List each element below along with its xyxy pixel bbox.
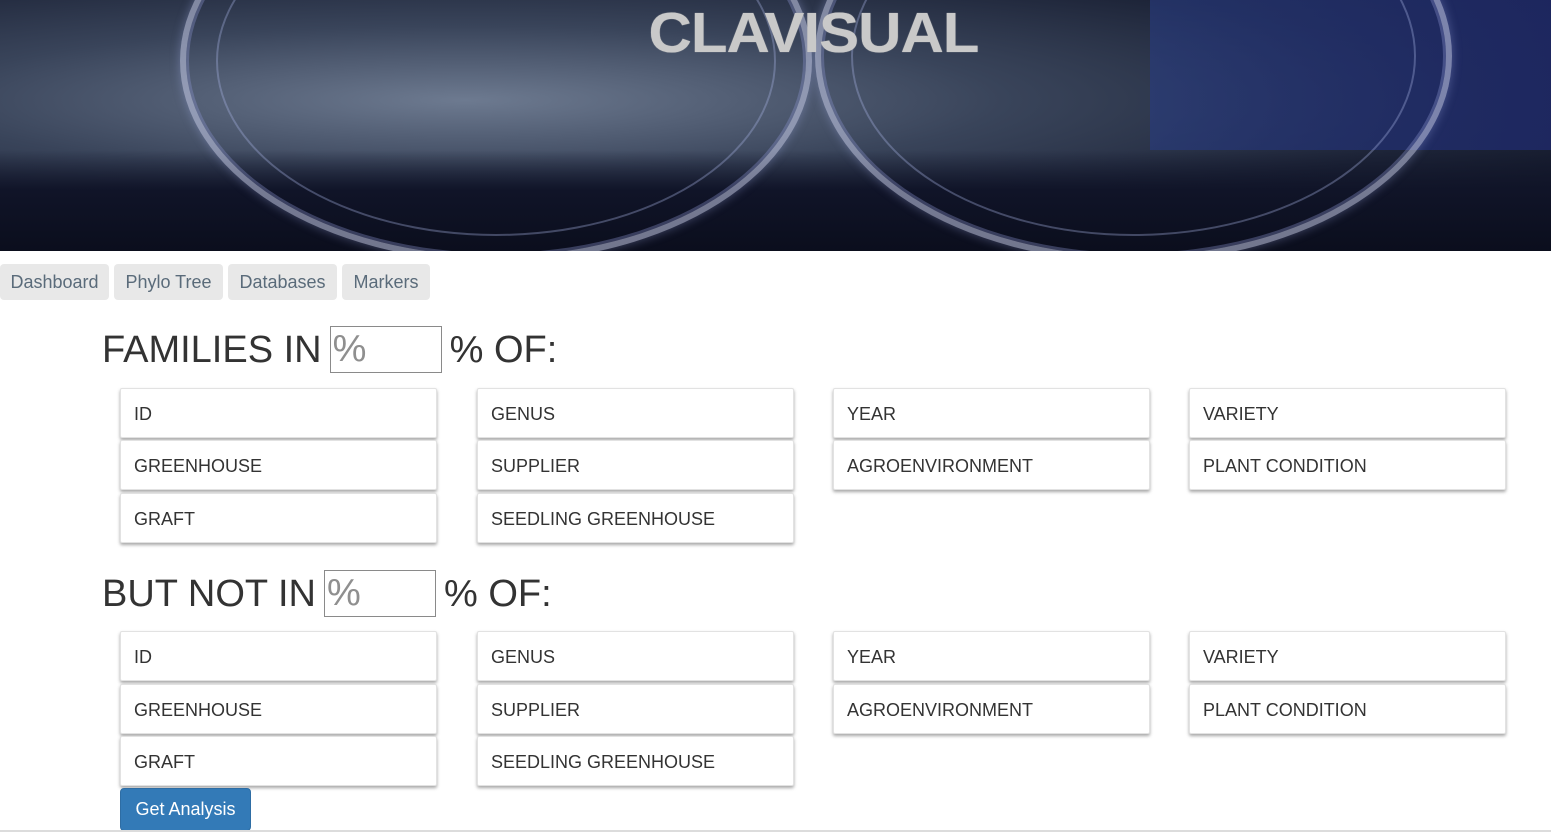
in-option-supplier[interactable]: SUPPLIER	[477, 440, 794, 490]
not-in-option-id[interactable]: ID	[120, 631, 437, 681]
not-in-option-genus[interactable]: GENUS	[477, 631, 794, 681]
not-in-option-agroenvironment[interactable]: AGROENVIRONMENT	[833, 684, 1150, 734]
not-in-option-supplier[interactable]: SUPPLIER	[477, 684, 794, 734]
not-in-option-plant-condition[interactable]: PLANT CONDITION	[1189, 684, 1506, 734]
but-not-in-label: BUT NOT IN	[102, 573, 316, 615]
in-option-plant-condition[interactable]: PLANT CONDITION	[1189, 440, 1506, 490]
families-in-label: FAMILIES IN	[102, 329, 322, 371]
in-option-graft[interactable]: GRAFT	[120, 493, 437, 543]
get-analysis-button[interactable]: Get Analysis	[120, 788, 251, 831]
in-option-id[interactable]: ID	[120, 388, 437, 438]
tab-phylo-tree[interactable]: Phylo Tree	[114, 264, 223, 300]
in-option-agroenvironment[interactable]: AGROENVIRONMENT	[833, 440, 1150, 490]
but-not-in-suffix: % OF:	[443, 573, 552, 615]
but-not-in-heading: BUT NOT IN % OF:	[102, 570, 552, 618]
in-option-genus[interactable]: GENUS	[477, 388, 794, 438]
in-option-greenhouse[interactable]: GREENHOUSE	[120, 440, 437, 490]
tab-markers[interactable]: Markers	[342, 264, 430, 300]
not-in-option-seedling-greenhouse[interactable]: SEEDLING GREENHOUSE	[477, 736, 794, 786]
not-in-option-variety[interactable]: VARIETY	[1189, 631, 1506, 681]
header-banner: CLAVISUAL	[0, 0, 1551, 251]
but-not-in-percent-input[interactable]	[323, 570, 436, 617]
not-in-option-graft[interactable]: GRAFT	[120, 736, 437, 786]
in-option-seedling-greenhouse[interactable]: SEEDLING GREENHOUSE	[477, 493, 794, 543]
families-in-suffix: % OF:	[449, 329, 558, 371]
not-in-option-year[interactable]: YEAR	[833, 631, 1150, 681]
tab-databases[interactable]: Databases	[228, 264, 337, 300]
in-option-year[interactable]: YEAR	[833, 388, 1150, 438]
not-in-option-greenhouse[interactable]: GREENHOUSE	[120, 684, 437, 734]
app-logo: CLAVISUAL	[648, 0, 980, 65]
in-option-variety[interactable]: VARIETY	[1189, 388, 1506, 438]
families-in-percent-input[interactable]	[329, 326, 442, 373]
tab-dashboard[interactable]: Dashboard	[0, 264, 109, 300]
families-in-heading: FAMILIES IN % OF:	[102, 326, 557, 374]
